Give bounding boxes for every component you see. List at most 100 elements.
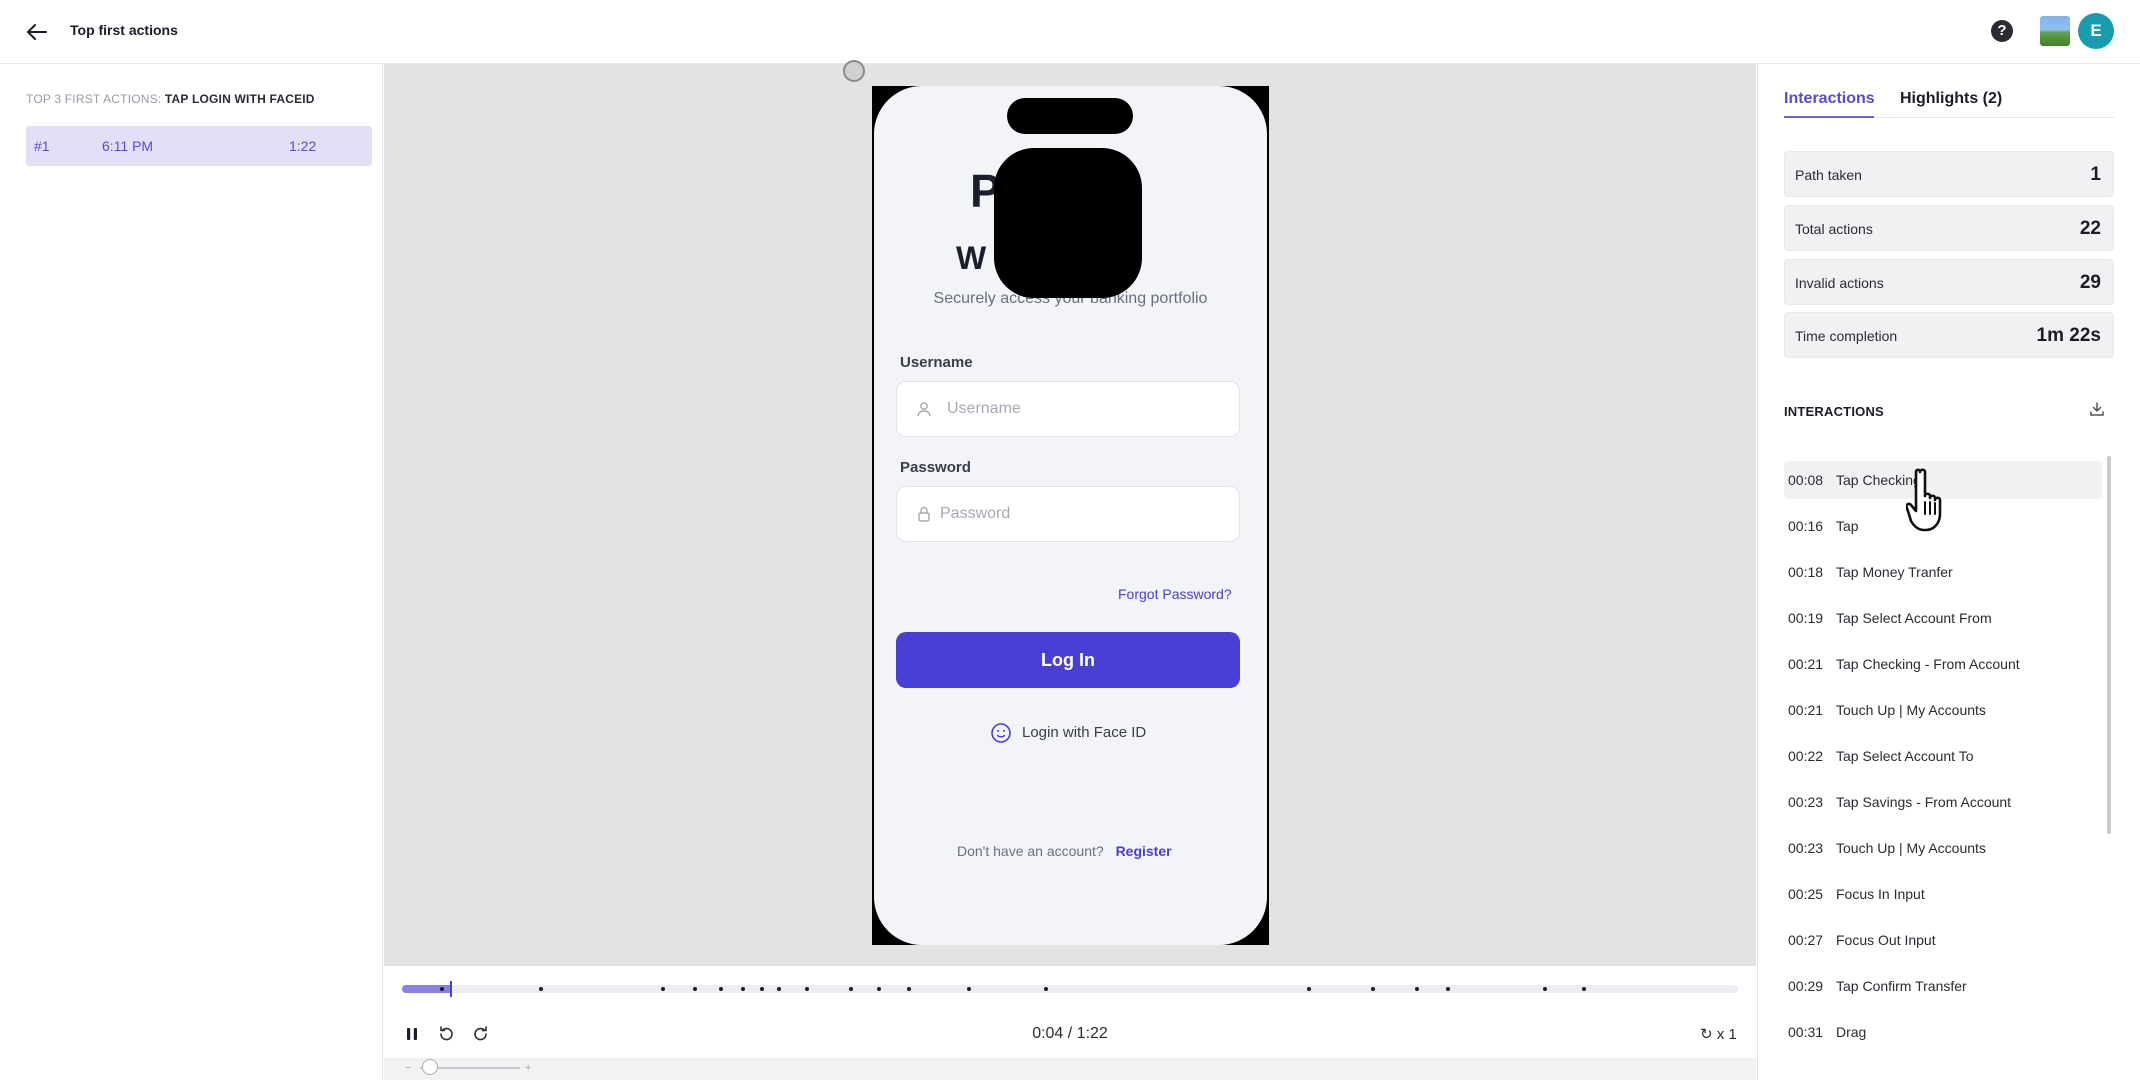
pause-icon[interactable] — [402, 1024, 422, 1044]
speed-control[interactable]: ↻ x 1 — [1700, 1025, 1737, 1043]
stat-label: Path taken — [1795, 167, 1862, 183]
time-display: 0:04 / 1:22 — [1032, 1025, 1108, 1042]
username-placeholder: Username — [947, 400, 1021, 417]
event-marker[interactable] — [907, 987, 911, 991]
list-item[interactable]: 00:31 Drag — [1784, 1013, 2102, 1050]
heading-prefix: TOP 3 FIRST ACTIONS: — [26, 92, 162, 106]
event-marker[interactable] — [1582, 987, 1586, 991]
list-item[interactable]: 00:25 Focus In Input — [1784, 875, 2102, 913]
interaction-action: Tap Select Account From — [1836, 610, 1992, 626]
interaction-time: 00:19 — [1788, 610, 1824, 626]
stat-value: 1m 22s — [2036, 325, 2101, 346]
help-icon[interactable]: ? — [1991, 20, 2013, 42]
interaction-action: Focus Out Input — [1836, 932, 1936, 948]
workspace-thumbnail[interactable] — [2040, 16, 2070, 46]
event-marker[interactable] — [1044, 987, 1048, 991]
event-marker[interactable] — [805, 987, 809, 991]
zoom-slider-knob[interactable] — [422, 1059, 438, 1075]
left-panel: TOP 3 FIRST ACTIONS: TAP LOGIN WITH FACE… — [0, 64, 383, 1080]
touch-indicator — [843, 60, 865, 82]
list-item[interactable]: 00:23 Tap Savings - From Account — [1784, 783, 2102, 821]
heading-action: TAP LOGIN WITH FACEID — [164, 92, 315, 106]
list-item[interactable]: 00:21 Touch Up | My Accounts — [1784, 691, 2102, 729]
stat-label: Invalid actions — [1795, 275, 1884, 291]
username-field[interactable]: Username — [896, 381, 1240, 437]
event-marker[interactable] — [1307, 987, 1311, 991]
download-icon[interactable] — [2088, 400, 2106, 418]
interaction-time: 00:21 — [1788, 656, 1824, 672]
interaction-time: 00:25 — [1788, 886, 1824, 902]
forward-icon[interactable] — [471, 1024, 491, 1044]
lock-icon — [918, 506, 930, 522]
avatar[interactable]: E — [2078, 13, 2114, 49]
event-marker[interactable] — [1446, 987, 1450, 991]
user-icon — [917, 402, 931, 417]
interactions-heading: INTERACTIONS — [1784, 404, 1884, 419]
interaction-time: 00:29 — [1788, 978, 1824, 994]
event-marker[interactable] — [539, 987, 543, 991]
session-row[interactable]: #1 6:11 PM 1:22 — [26, 126, 372, 166]
interaction-time: 00:16 — [1788, 518, 1824, 534]
list-item[interactable]: 00:22 Tap Select Account To — [1784, 737, 2102, 775]
event-marker[interactable] — [777, 987, 781, 991]
tab-highlights[interactable]: Highlights (2) — [1900, 90, 2002, 108]
active-tab-indicator — [1784, 116, 1874, 118]
interaction-time: 00:23 — [1788, 794, 1824, 810]
timeline-track[interactable] — [402, 985, 1738, 993]
top-bar: Top first actions ? E — [0, 0, 2140, 64]
event-marker[interactable] — [849, 987, 853, 991]
interaction-action: Drag — [1836, 1024, 1867, 1040]
list-item[interactable]: 00:29 Tap Confirm Transfer — [1784, 967, 2102, 1005]
list-item[interactable]: 00:27 Focus Out Input — [1784, 921, 2102, 959]
stat-label: Time completion — [1795, 328, 1898, 344]
face-id-icon — [991, 723, 1011, 743]
event-marker[interactable] — [967, 987, 971, 991]
event-marker[interactable] — [1543, 987, 1547, 991]
stat-value: 1 — [2090, 164, 2101, 185]
register-link[interactable]: Register — [1116, 843, 1172, 859]
interaction-action: Tap Select Account To — [1836, 748, 1974, 764]
zoom-bar — [384, 1058, 1756, 1080]
timeline-playhead[interactable] — [450, 981, 452, 997]
password-label: Password — [900, 459, 971, 476]
interactions-scrollbar[interactable] — [2107, 456, 2111, 834]
event-marker[interactable] — [661, 987, 665, 991]
interaction-time: 00:22 — [1788, 748, 1824, 764]
welcome-title: W ck — [956, 240, 1136, 277]
interaction-time: 00:21 — [1788, 702, 1824, 718]
list-item[interactable]: 00:23 Touch Up | My Accounts — [1784, 829, 2102, 867]
stat-path-taken: Path taken 1 — [1784, 151, 2114, 197]
interaction-action: Touch Up | My Accounts — [1836, 702, 1986, 718]
forgot-password-link[interactable]: Forgot Password? — [1118, 586, 1232, 602]
page-title: Top first actions — [70, 22, 178, 38]
session-rank: #1 — [34, 138, 50, 154]
redaction-block — [994, 148, 1142, 298]
list-item[interactable]: 00:19 Tap Select Account From — [1784, 599, 2102, 637]
event-marker[interactable] — [877, 987, 881, 991]
interaction-action: Tap Savings - From Account — [1836, 794, 2012, 810]
event-marker[interactable] — [760, 987, 764, 991]
zoom-in-icon[interactable]: + — [525, 1062, 531, 1074]
rewind-icon[interactable] — [436, 1024, 456, 1044]
zoom-out-icon[interactable]: − — [405, 1062, 411, 1074]
list-item[interactable]: 00:21 Tap Checking - From Account — [1784, 645, 2102, 683]
interaction-action: Tap Money Tranfer — [1836, 564, 1953, 580]
stat-value: 22 — [2079, 218, 2101, 239]
password-field[interactable]: Password — [896, 486, 1240, 542]
login-button[interactable]: Log In — [896, 632, 1240, 688]
event-marker[interactable] — [741, 987, 745, 991]
event-marker[interactable] — [719, 987, 723, 991]
stat-invalid-actions: Invalid actions 29 — [1784, 259, 2114, 305]
username-label: Username — [900, 354, 973, 371]
password-placeholder: Password — [940, 505, 1011, 522]
interaction-action: Focus In Input — [1836, 886, 1925, 902]
event-marker[interactable] — [1371, 987, 1375, 991]
tab-interactions[interactable]: Interactions — [1784, 90, 1875, 108]
event-marker[interactable] — [440, 987, 444, 991]
interaction-action: Touch Up | My Accounts — [1836, 840, 1986, 856]
event-marker[interactable] — [1415, 987, 1419, 991]
event-marker[interactable] — [693, 987, 697, 991]
back-arrow-icon[interactable] — [20, 16, 52, 48]
stat-label: Total actions — [1795, 221, 1873, 237]
list-item[interactable]: 00:18 Tap Money Tranfer — [1784, 553, 2102, 591]
